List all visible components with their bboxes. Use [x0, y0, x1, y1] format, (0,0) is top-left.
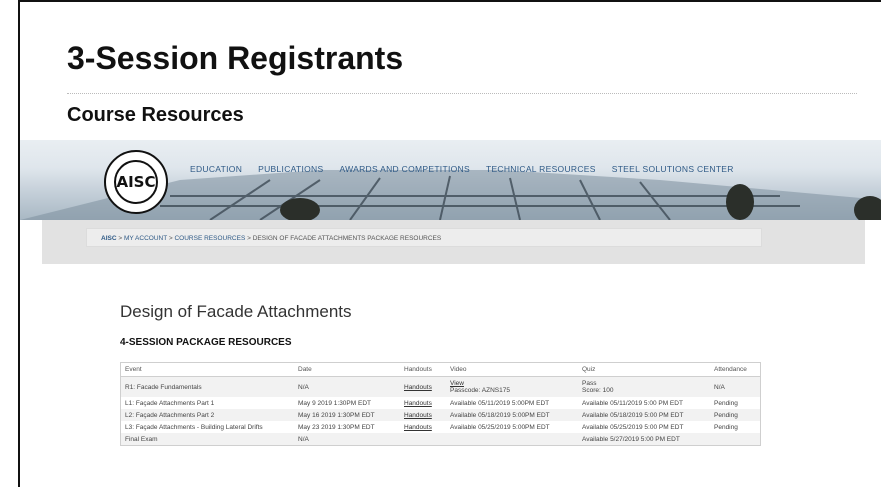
col-header-attendance: Attendance [710, 362, 761, 377]
cell-date: May 9 2019 1:30PM EDT [298, 399, 371, 407]
table-row: R1: Facade Fundamentals N/A Handouts Vie… [120, 376, 761, 397]
cell-video: Available 05/11/2019 5:00PM EDT [450, 399, 550, 407]
table-row: L2: Façade Attachments Part 2 May 16 201… [120, 409, 761, 421]
aisc-logo[interactable]: AISC [104, 150, 168, 214]
cell-quiz: Available 05/11/2019 5:00 PM EDT [582, 399, 683, 407]
table-row: L3: Façade Attachments - Building Latera… [121, 421, 761, 433]
cell-quiz: Available 5/27/2019 5:00 PM EDT [578, 433, 710, 446]
cell-handouts: Handouts [400, 376, 446, 397]
slide-frame: 3-Session Registrants Course Resources A… [18, 0, 881, 487]
cell-quiz: Pass Score: 100 [578, 376, 710, 397]
cell-event: Final Exam [120, 433, 294, 446]
nav-publications[interactable]: PUBLICATIONS [258, 164, 323, 174]
breadcrumb-course-resources[interactable]: COURSE RESOURCES [174, 235, 245, 242]
cell-quiz: Available 05/25/2019 5:00 PM EDT [582, 423, 684, 431]
table-header-row: Event Date Handouts Video Quiz Attendanc… [120, 362, 761, 377]
nav-technical-resources[interactable]: TECHNICAL RESOURCES [486, 164, 596, 174]
breadcrumb-separator: > [168, 235, 173, 242]
handouts-link[interactable]: Handouts [404, 384, 432, 391]
site-header-banner: AISC EDUCATION PUBLICATIONS AWARDS AND C… [20, 140, 881, 220]
cell-attendance: Pending [710, 409, 761, 421]
breadcrumb-current: DESIGN OF FACADE ATTACHMENTS PACKAGE RES… [252, 235, 442, 242]
handouts-link[interactable]: Handouts [404, 424, 432, 431]
col-header-event: Event [120, 362, 294, 377]
col-header-video: Video [446, 362, 578, 377]
cell-video [446, 433, 578, 446]
cell-handouts: Handouts [400, 397, 446, 409]
quiz-score: Score: 100 [582, 387, 614, 394]
quiz-status: Pass [582, 380, 597, 387]
main-nav: EDUCATION PUBLICATIONS AWARDS AND COMPET… [190, 164, 734, 174]
video-passcode: Passcode: AZNS175 [450, 387, 510, 394]
cell-date: May 23 2019 1:30PM EDT [298, 423, 375, 431]
cell-event: R1: Facade Fundamentals [120, 376, 294, 397]
cell-handouts [400, 433, 446, 446]
cell-handouts: Handouts [400, 409, 446, 421]
col-header-date: Date [294, 362, 400, 377]
cell-event: L2: Façade Attachments Part 2 [120, 409, 294, 421]
breadcrumb-my-account[interactable]: MY ACCOUNT [124, 235, 167, 242]
slide-title: 3-Session Registrants [67, 40, 404, 76]
cell-attendance [710, 433, 761, 446]
cell-video: Available 05/25/2019 5:00PM EDT [450, 423, 550, 431]
cell-date: N/A [294, 376, 400, 397]
table-row: Final Exam N/A Available 5/27/2019 5:00 … [120, 433, 761, 446]
cell-attendance: Pending [714, 399, 738, 407]
nav-awards-and-competitions[interactable]: AWARDS AND COMPETITIONS [339, 164, 469, 174]
breadcrumb-band: AISC > MY ACCOUNT > COURSE RESOURCES > D… [42, 220, 865, 264]
cell-attendance: N/A [710, 376, 761, 397]
page-heading: Design of Facade Attachments [120, 302, 352, 321]
slide-subtitle: Course Resources [67, 104, 244, 126]
aisc-logo-mark: AISC [114, 160, 158, 204]
section-heading: 4-SESSION PACKAGE RESOURCES [120, 337, 292, 348]
resources-table: Event Date Handouts Video Quiz Attendanc… [120, 362, 761, 446]
cell-date: N/A [294, 433, 400, 446]
breadcrumb-separator: > [247, 235, 251, 242]
col-header-handouts: Handouts [400, 362, 446, 377]
nav-education[interactable]: EDUCATION [190, 164, 242, 174]
table-row: L1: Façade Attachments Part 1 May 9 2019… [121, 397, 761, 409]
handouts-link[interactable]: Handouts [404, 400, 432, 407]
video-view-link[interactable]: View [450, 380, 464, 387]
cell-attendance: Pending [714, 423, 738, 431]
cell-event: L1: Façade Attachments Part 1 [125, 399, 215, 407]
breadcrumb: AISC > MY ACCOUNT > COURSE RESOURCES > D… [86, 228, 762, 247]
nav-steel-solutions-center[interactable]: STEEL SOLUTIONS CENTER [612, 164, 734, 174]
breadcrumb-separator: > [118, 235, 123, 242]
handouts-link[interactable]: Handouts [404, 412, 432, 419]
cell-quiz: Available 05/18/2019 5:00 PM EDT [578, 409, 710, 421]
cell-handouts: Handouts [400, 421, 446, 433]
col-header-quiz: Quiz [578, 362, 710, 377]
title-divider [67, 93, 857, 94]
cell-event: L3: Façade Attachments - Building Latera… [125, 423, 263, 431]
cell-date: May 16 2019 1:30PM EDT [294, 409, 400, 421]
cell-video: View Passcode: AZNS175 [446, 376, 578, 397]
breadcrumb-home[interactable]: AISC [101, 235, 117, 242]
cell-video: Available 05/18/2019 5:00PM EDT [446, 409, 578, 421]
